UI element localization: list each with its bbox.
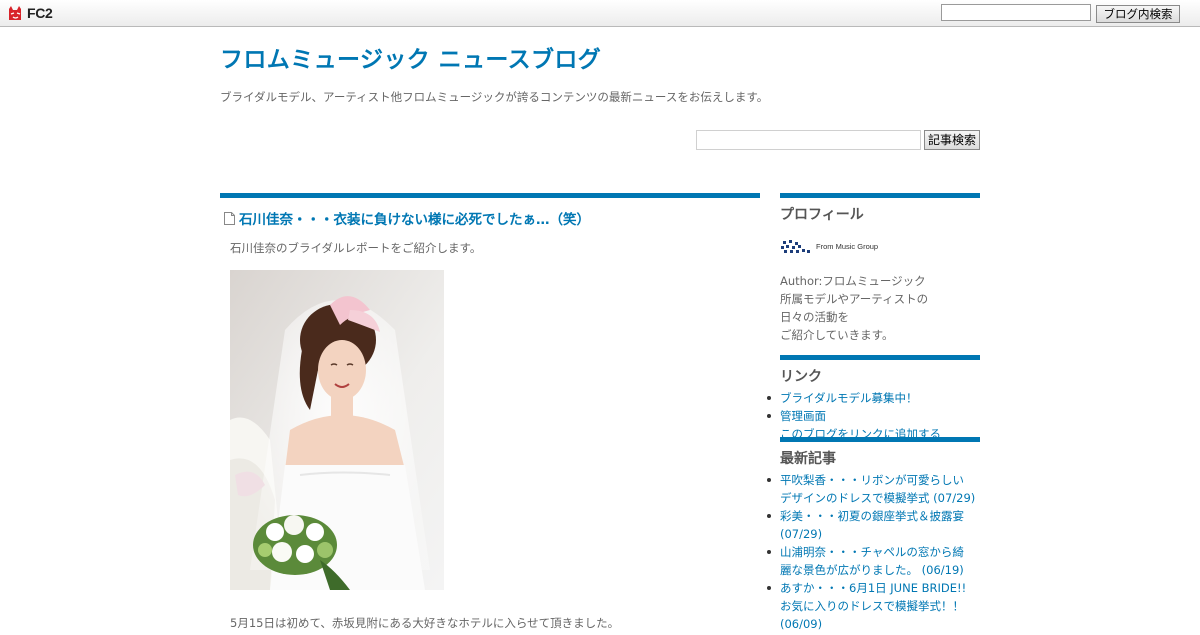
article-search-button[interactable]: 記事検索 [924, 130, 980, 150]
document-icon [224, 211, 235, 225]
entry-intro: 石川佳奈のブライダルレポートをご紹介します。 [230, 241, 482, 255]
entry-title-link[interactable]: 石川佳奈・・・衣装に負けない様に必死でしたぁ…（笑） [239, 208, 590, 228]
article-search-input[interactable] [696, 130, 921, 150]
recent-heading: 最新記事 [780, 451, 836, 467]
list-item: 管理画面 [767, 407, 980, 425]
sidebar-recent: 最新記事 平吹梨香・・・リボンが可愛らしい デザインのドレスで模擬挙式 (07/2… [767, 437, 980, 633]
bride-photo[interactable] [230, 270, 444, 590]
list-item: 山浦明奈・・・チャペルの窓から綺 麗な景色が広がりました。 (06/19) [767, 543, 980, 579]
from-music-logo-icon [781, 240, 810, 253]
from-music-group-logo: From Music Group [780, 238, 878, 254]
fc2-cat-icon [9, 6, 21, 20]
recent-entry-link[interactable]: あすか・・・6月1日 JUNE BRIDE!! お気に入りのドレスで模擬挙式！！(… [780, 581, 966, 631]
fc2-brand-text: FC2 [27, 5, 53, 21]
links-list: ブライダルモデル募集中！ 管理画面 このブログをリンクに追加する [767, 389, 980, 443]
list-item: ブライダルモデル募集中！ [767, 389, 980, 407]
recent-entry-link[interactable]: 彩美・・・初夏の銀座挙式＆披露宴 (07/29) [780, 509, 964, 541]
profile-line: ご紹介していきます。 [780, 328, 894, 342]
list-item: あすか・・・6月1日 JUNE BRIDE!! お気に入りのドレスで模擬挙式！！(… [767, 579, 980, 633]
profile-description: Author:フロムミュージック 所属モデルやアーティストの 日々の活動を ご紹… [780, 272, 928, 344]
blog-title[interactable]: フロムミュージック ニュースブログ [220, 40, 601, 74]
blog-description: ブライダルモデル、アーティスト他フロムミュージックが誇るコンテンツの最新ニュース… [220, 90, 769, 104]
recent-entry-link[interactable]: 山浦明奈・・・チャペルの窓から綺 麗な景色が広がりました。 (06/19) [780, 545, 964, 577]
sidebar-links: リンク ブライダルモデル募集中！ 管理画面 このブログをリンクに追加する [767, 355, 980, 443]
entry-title: 石川佳奈・・・衣装に負けない様に必死でしたぁ…（笑） [224, 208, 590, 228]
profile-line: 日々の活動を [780, 310, 849, 324]
profile-heading: プロフィール [780, 207, 864, 223]
recent-list: 平吹梨香・・・リボンが可愛らしい デザインのドレスで模擬挙式 (07/29) 彩美… [767, 471, 980, 633]
list-item: 彩美・・・初夏の銀座挙式＆披露宴 (07/29) [767, 507, 980, 543]
blog-search-input[interactable] [941, 4, 1091, 21]
list-item: 平吹梨香・・・リボンが可愛らしい デザインのドレスで模擬挙式 (07/29) [767, 471, 980, 507]
fc2-logo[interactable]: FC2 [7, 5, 53, 21]
bride-photo-image [230, 270, 444, 590]
entry-column: 石川佳奈・・・衣装に負けない様に必死でしたぁ…（笑） 石川佳奈のブライダルレポー… [220, 193, 760, 635]
profile-line: 所属モデルやアーティストの [780, 292, 929, 306]
profile-line: Author:フロムミュージック [780, 274, 926, 288]
link-bridal-model-recruit[interactable]: ブライダルモデル募集中！ [780, 391, 918, 405]
link-admin[interactable]: 管理画面 [780, 409, 826, 423]
recent-entry-link[interactable]: 平吹梨香・・・リボンが可愛らしい デザインのドレスで模擬挙式 (07/29) [780, 473, 975, 505]
entry-body: 5月15日は初めて、赤坂見附にある大好きなホテルに入らせて頂きました。 [230, 616, 620, 630]
sidebar-profile: プロフィール From Music Group Author:フロムミュージック… [780, 193, 980, 355]
blog-search-button[interactable]: ブログ内検索 [1096, 5, 1180, 23]
fc2-toolbar: FC2 ブログ内検索 [0, 0, 1200, 27]
logo-text: From Music Group [816, 241, 879, 251]
links-heading: リンク [780, 369, 822, 385]
